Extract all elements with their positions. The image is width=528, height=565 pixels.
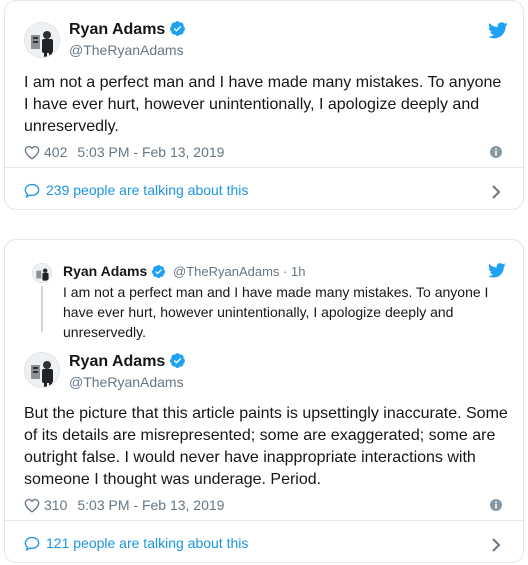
divider [5,167,523,168]
tweet-text: I am not a perfect man and I have made m… [24,74,502,135]
talking-link[interactable]: 121 people are talking about this [24,535,248,551]
info-icon[interactable] [490,499,502,511]
parent-meta: @TheRyanAdams · 1h [173,264,305,279]
parent-author-handle[interactable]: @TheRyanAdams [173,264,279,279]
avatar[interactable] [24,22,60,58]
parent-author-name[interactable]: Ryan Adams [63,263,166,279]
timestamp[interactable]: 5:03 PM - Feb 13, 2019 [77,497,224,513]
parent-avatar[interactable] [32,263,52,283]
chevron-right-icon[interactable] [491,537,501,553]
verified-badge-icon [152,264,166,279]
talking-text[interactable]: 121 people are talking about this [46,535,248,551]
parent-age[interactable]: 1h [291,264,305,279]
author-handle[interactable]: @TheRyanAdams [69,42,184,58]
tweet-meta: 310 5:03 PM - Feb 13, 2019 [24,497,224,513]
tweet-meta: 402 5:03 PM - Feb 13, 2019 [24,144,224,160]
timestamp[interactable]: 5:03 PM - Feb 13, 2019 [77,144,224,160]
twitter-bird-icon[interactable] [488,263,506,278]
tweet-card-1[interactable]: Ryan Adams @TheRyanAdams I am not a perf… [4,0,524,210]
verified-badge-icon [170,21,186,36]
like-count[interactable]: 310 [44,497,67,513]
talking-text[interactable]: 239 people are talking about this [46,182,248,198]
author-handle[interactable]: @TheRyanAdams [69,374,184,390]
heart-icon[interactable] [24,498,40,513]
thread-line [41,286,43,332]
avatar[interactable] [24,352,60,388]
speech-bubble-icon [24,183,40,198]
talking-link[interactable]: 239 people are talking about this [24,182,248,198]
heart-icon[interactable] [24,145,40,160]
speech-bubble-icon [24,536,40,551]
chevron-right-icon[interactable] [491,184,501,200]
author-name[interactable]: Ryan Adams [69,20,186,39]
separator: · [283,264,288,279]
like-count[interactable]: 402 [44,144,67,160]
parent-tweet-text: I am not a perfect man and I have made m… [63,284,489,340]
twitter-bird-icon[interactable] [488,22,508,39]
divider [5,520,523,521]
tweet-card-2[interactable]: Ryan Adams @TheRyanAdams · 1h I am not a… [4,239,524,563]
author-name[interactable]: Ryan Adams [69,352,186,371]
info-icon[interactable] [490,146,502,158]
verified-badge-icon [170,353,186,368]
tweet-text: But the picture that this article paints… [24,405,508,488]
